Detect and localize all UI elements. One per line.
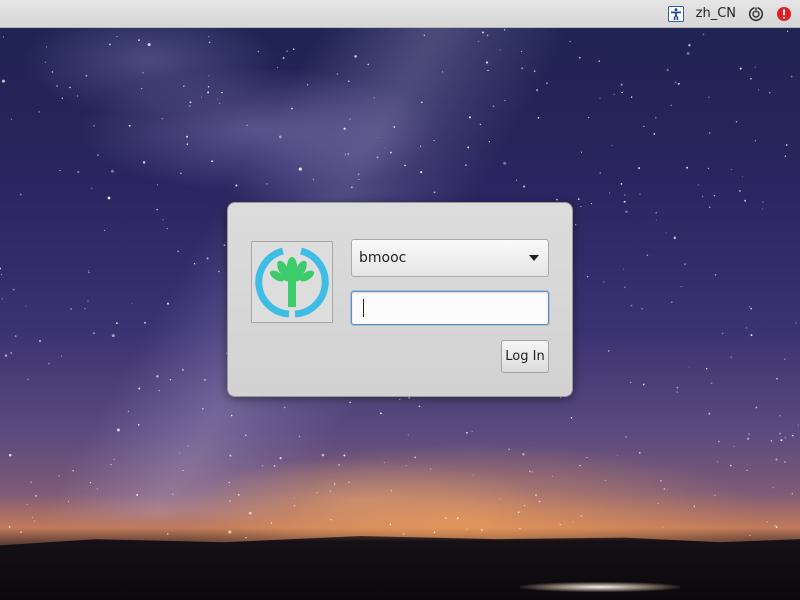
password-input[interactable] <box>351 291 549 325</box>
username-value: bmooc <box>359 250 407 266</box>
alert-icon[interactable] <box>776 6 792 22</box>
text-cursor <box>363 299 364 317</box>
accessibility-icon[interactable] <box>667 5 684 22</box>
session-power-icon[interactable] <box>748 6 764 22</box>
top-panel: zh_CN <box>0 0 800 28</box>
user-avatar <box>251 241 333 323</box>
username-select[interactable]: bmooc <box>351 239 549 277</box>
horizon-lights <box>520 582 680 592</box>
palm-tree-logo-icon <box>255 247 329 318</box>
login-button[interactable]: Log In <box>501 340 549 373</box>
language-indicator[interactable]: zh_CN <box>696 6 736 21</box>
login-dialog: bmooc Log In <box>227 202 573 397</box>
chevron-down-icon <box>529 255 539 261</box>
login-screen: zh_CN bmooc Log In <box>0 0 800 600</box>
